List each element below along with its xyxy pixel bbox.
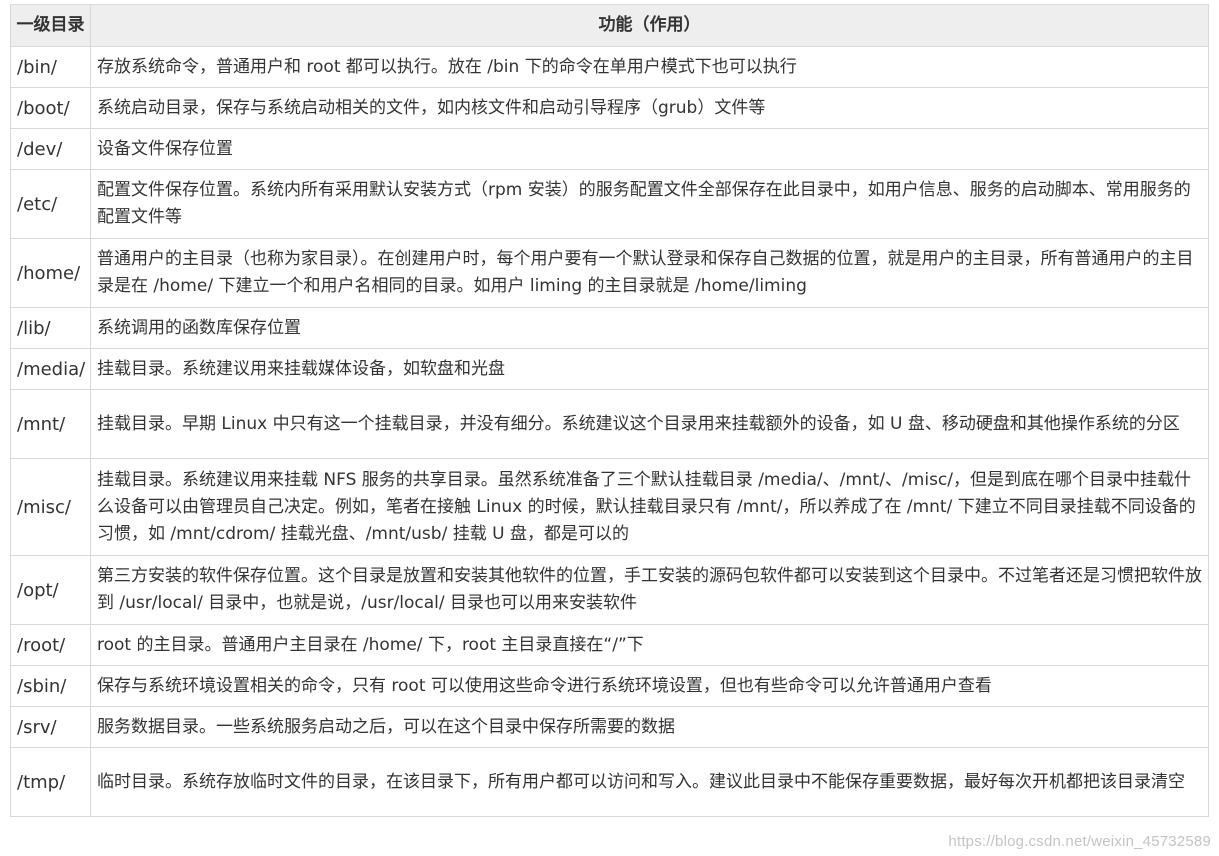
table-row: /etc/ 配置文件保存位置。系统内所有采用默认安装方式（rpm 安装）的服务配… — [10, 169, 1209, 239]
description-cell: root 的主目录。普通用户主目录在 /home/ 下，root 主目录直接在“… — [90, 624, 1209, 666]
description-cell: 存放系统命令，普通用户和 root 都可以执行。放在 /bin 下的命令在单用户… — [90, 46, 1209, 88]
table-row: /dev/ 设备文件保存位置 — [10, 128, 1209, 170]
description-cell: 第三方安装的软件保存位置。这个目录是放置和安装其他软件的位置，手工安装的源码包软… — [90, 555, 1209, 625]
header-directory: 一级目录 — [10, 4, 91, 47]
description-cell: 配置文件保存位置。系统内所有采用默认安装方式（rpm 安装）的服务配置文件全部保… — [90, 169, 1209, 239]
directory-cell: /mnt/ — [10, 389, 91, 459]
description-cell: 设备文件保存位置 — [90, 128, 1209, 170]
directory-cell: /tmp/ — [10, 747, 91, 817]
description-cell: 临时目录。系统存放临时文件的目录，在该目录下，所有用户都可以访问和写入。建议此目… — [90, 747, 1209, 817]
table-row: /misc/ 挂载目录。系统建议用来挂载 NFS 服务的共享目录。虽然系统准备了… — [10, 458, 1209, 556]
description-cell: 系统启动目录，保存与系统启动相关的文件，如内核文件和启动引导程序（grub）文件… — [90, 87, 1209, 129]
source-watermark: https://blog.csdn.net/weixin_45732589 — [948, 833, 1211, 850]
description-cell: 普通用户的主目录（也称为家目录）。在创建用户时，每个用户要有一个默认登录和保存自… — [90, 238, 1209, 308]
directory-cell: /sbin/ — [10, 665, 91, 707]
table-row: /tmp/ 临时目录。系统存放临时文件的目录，在该目录下，所有用户都可以访问和写… — [10, 747, 1209, 817]
table-row: /bin/ 存放系统命令，普通用户和 root 都可以执行。放在 /bin 下的… — [10, 46, 1209, 88]
directory-cell: /lib/ — [10, 307, 91, 349]
directory-cell: /srv/ — [10, 706, 91, 748]
table-row: /sbin/ 保存与系统环境设置相关的命令，只有 root 可以使用这些命令进行… — [10, 665, 1209, 707]
table-row: /opt/ 第三方安装的软件保存位置。这个目录是放置和安装其他软件的位置，手工安… — [10, 555, 1209, 625]
table-row: /mnt/ 挂载目录。早期 Linux 中只有这一个挂载目录，并没有细分。系统建… — [10, 389, 1209, 459]
directory-cell: /bin/ — [10, 46, 91, 88]
description-cell: 挂载目录。系统建议用来挂载 NFS 服务的共享目录。虽然系统准备了三个默认挂载目… — [90, 458, 1209, 556]
table-row: /srv/ 服务数据目录。一些系统服务启动之后，可以在这个目录中保存所需要的数据 — [10, 706, 1209, 748]
directory-cell: /boot/ — [10, 87, 91, 129]
description-cell: 挂载目录。早期 Linux 中只有这一个挂载目录，并没有细分。系统建议这个目录用… — [90, 389, 1209, 459]
description-cell: 服务数据目录。一些系统服务启动之后，可以在这个目录中保存所需要的数据 — [90, 706, 1209, 748]
directory-cell: /etc/ — [10, 169, 91, 239]
directory-cell: /media/ — [10, 348, 91, 390]
directory-cell: /home/ — [10, 238, 91, 308]
directory-cell: /opt/ — [10, 555, 91, 625]
table-header-row: 一级目录 功能（作用） — [10, 4, 1209, 47]
directory-cell: /dev/ — [10, 128, 91, 170]
description-cell: 保存与系统环境设置相关的命令，只有 root 可以使用这些命令进行系统环境设置，… — [90, 665, 1209, 707]
header-function: 功能（作用） — [90, 4, 1209, 47]
directory-cell: /root/ — [10, 624, 91, 666]
table-row: /media/ 挂载目录。系统建议用来挂载媒体设备，如软盘和光盘 — [10, 348, 1209, 390]
description-cell: 系统调用的函数库保存位置 — [90, 307, 1209, 349]
table-row: /root/ root 的主目录。普通用户主目录在 /home/ 下，root … — [10, 624, 1209, 666]
description-cell: 挂载目录。系统建议用来挂载媒体设备，如软盘和光盘 — [90, 348, 1209, 390]
table-row: /home/ 普通用户的主目录（也称为家目录）。在创建用户时，每个用户要有一个默… — [10, 238, 1209, 308]
table-row: /boot/ 系统启动目录，保存与系统启动相关的文件，如内核文件和启动引导程序（… — [10, 87, 1209, 129]
directory-table: 一级目录 功能（作用） /bin/ 存放系统命令，普通用户和 root 都可以执… — [10, 4, 1209, 817]
directory-cell: /misc/ — [10, 458, 91, 556]
table-row: /lib/ 系统调用的函数库保存位置 — [10, 307, 1209, 349]
